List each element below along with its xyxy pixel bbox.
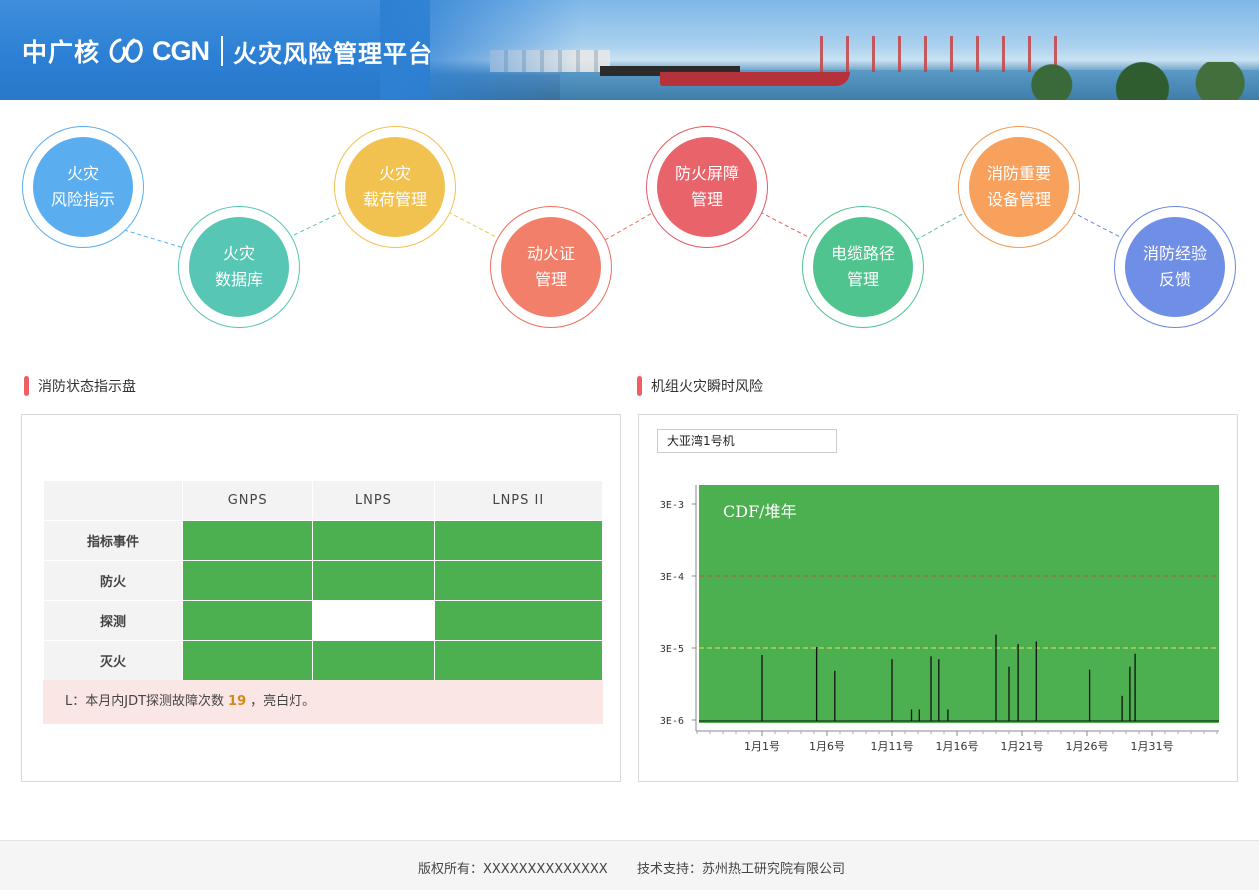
footer: 版权所有：XXXXXXXXXXXXXX 技术支持：苏州热工研究院有限公司 <box>0 840 1259 890</box>
status-note: L：本月内JDT探测故障次数 19 ，亮白灯。 <box>43 680 603 724</box>
table-row: 灭火 <box>43 640 604 681</box>
status-light-lnps-ii[interactable] <box>433 600 604 641</box>
column-header: LNPS II <box>433 480 604 521</box>
status-light-gnps[interactable] <box>181 520 314 561</box>
module-label: 电缆路径 管理 <box>830 244 895 289</box>
risk-panel: 大亚湾1号机 3E-3 3E-4 3E-5 3E-6 1月1号 1月6号 1月11号 1月16… <box>638 414 1238 782</box>
module-fire-load-management[interactable]: 火灾 载荷管理 <box>334 126 456 248</box>
x-tick-label: 1月16号 <box>936 740 979 753</box>
row-header: 防火 <box>43 560 183 601</box>
status-light-lnps-ii[interactable] <box>433 560 604 601</box>
y-tick-label: 3E-5 <box>660 644 684 655</box>
module-label: 动火证 管理 <box>526 244 575 289</box>
column-header: GNPS <box>181 480 314 521</box>
module-label: 防火屏障 管理 <box>674 164 739 209</box>
connector-7 <box>1071 211 1123 239</box>
tech-support-text: 技术支持：苏州热工研究院有限公司 <box>637 862 846 877</box>
module-fire-barrier[interactable]: 防火屏障 管理 <box>646 126 768 248</box>
status-light-lnps[interactable] <box>312 560 435 601</box>
status-light-gnps[interactable] <box>181 560 314 601</box>
connector-4 <box>604 211 655 241</box>
x-tick-label: 1月6号 <box>809 740 845 753</box>
row-header: 灭火 <box>43 640 183 681</box>
column-header: LNPS <box>312 480 435 521</box>
risk-chart: 3E-3 3E-4 3E-5 3E-6 1月1号 1月6号 1月11号 1月16号 1月21号 1… <box>660 485 1219 753</box>
status-light-lnps[interactable] <box>312 520 435 561</box>
module-label: 火灾 风险指示 <box>50 164 115 209</box>
y-tick-label: 3E-3 <box>660 500 684 511</box>
x-tick-label: 1月11号 <box>871 740 914 753</box>
connector-1 <box>123 229 185 249</box>
status-light-lnps[interactable] <box>312 640 435 681</box>
status-light-gnps[interactable] <box>181 600 314 641</box>
row-header: 探测 <box>43 600 183 641</box>
row-header: 指标事件 <box>43 520 183 561</box>
module-cable-routing[interactable]: 电缆路径 管理 <box>802 206 924 328</box>
header-corner <box>43 480 183 521</box>
status-light-lnps-ii[interactable] <box>433 520 604 561</box>
status-panel-title: 消防状态指示盘 <box>24 376 136 396</box>
connector-6 <box>915 211 967 241</box>
status-table: GNPS LNPS LNPS II 指标事件 防火 探测 灭火 <box>43 480 604 681</box>
x-tick-label: 1月26号 <box>1066 740 1109 753</box>
copyright-text: 版权所有：XXXXXXXXXXXXXX <box>418 862 608 877</box>
connector-5 <box>759 211 811 239</box>
status-panel: GNPS LNPS LNPS II 指标事件 防火 探测 灭火 L：本月内JDT探测故… <box>21 414 621 782</box>
module-label: 火灾 载荷管理 <box>362 164 427 209</box>
module-hot-work-permit[interactable]: 动火证 管理 <box>490 206 612 328</box>
x-tick-label: 1月21号 <box>1001 740 1044 753</box>
table-header-row: GNPS LNPS LNPS II <box>43 480 604 521</box>
module-label: 火灾 数据库 <box>214 244 263 289</box>
module-label: 消防经验 反馈 <box>1142 244 1207 289</box>
x-tick-label: 1月31号 <box>1131 740 1174 753</box>
module-fire-database[interactable]: 火灾 数据库 <box>178 206 300 328</box>
status-light-gnps[interactable] <box>181 640 314 681</box>
y-tick-label: 3E-6 <box>660 716 684 727</box>
y-tick-label: 3E-4 <box>660 572 684 583</box>
module-fire-equipment[interactable]: 消防重要 设备管理 <box>958 126 1080 248</box>
module-label: 消防重要 设备管理 <box>986 164 1051 209</box>
fault-count: 19 <box>228 694 247 709</box>
risk-panel-title: 机组火灾瞬时风险 <box>637 376 763 396</box>
module-fire-experience-feedback[interactable]: 消防经验 反馈 <box>1114 206 1236 328</box>
status-light-lnps[interactable] <box>312 600 435 641</box>
status-light-lnps-ii[interactable] <box>433 640 604 681</box>
table-row: 防火 <box>43 560 604 601</box>
module-fire-risk-indicator[interactable]: 火灾 风险指示 <box>22 126 144 248</box>
x-tick-label: 1月1号 <box>744 740 780 753</box>
title-accent-bar <box>24 376 29 396</box>
chart-title: CDF/堆年 <box>723 502 797 521</box>
table-row: 指标事件 <box>43 520 604 561</box>
connector-2 <box>293 211 343 236</box>
table-row: 探测 <box>43 600 604 641</box>
connector-3 <box>447 211 499 239</box>
title-accent-bar <box>637 376 642 396</box>
